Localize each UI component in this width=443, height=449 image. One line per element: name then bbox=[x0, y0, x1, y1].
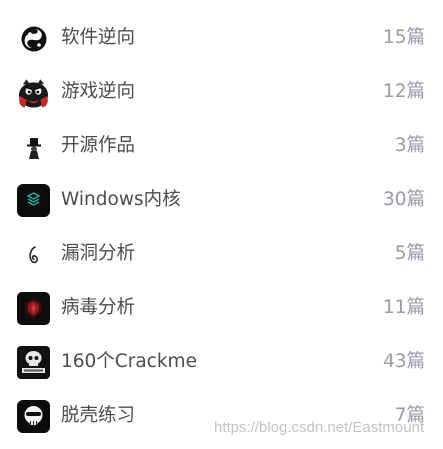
column-name: 脱壳练习 bbox=[61, 405, 136, 426]
article-count: 30篇 bbox=[382, 189, 425, 210]
article-count: 5篇 bbox=[394, 243, 425, 264]
column-name: 病毒分析 bbox=[61, 297, 136, 318]
column-item-software-reverse[interactable]: 软件逆向 15篇 bbox=[0, 11, 443, 65]
layered-chip-icon bbox=[17, 184, 50, 217]
column-item-virus-analysis[interactable]: 病毒分析 11篇 bbox=[0, 281, 443, 335]
spiral-sketch-icon bbox=[17, 238, 50, 271]
article-count: 43篇 bbox=[382, 351, 425, 372]
article-count: 3篇 bbox=[394, 135, 425, 156]
watermark: https://blog.csdn.net/Eastmount bbox=[214, 419, 425, 436]
red-emblem-icon bbox=[17, 292, 50, 325]
column-item-160-crackme[interactable]: 160个Crackme 43篇 bbox=[0, 335, 443, 389]
column-name: 160个Crackme bbox=[61, 351, 197, 372]
article-count: 15篇 bbox=[382, 27, 425, 48]
column-item-open-source[interactable]: 开源作品 3篇 bbox=[0, 119, 443, 173]
column-name: 开源作品 bbox=[61, 135, 136, 156]
column-item-game-reverse[interactable]: 游戏逆向 12篇 bbox=[0, 65, 443, 119]
article-count: 11篇 bbox=[382, 297, 425, 318]
top-hat-figure-icon bbox=[17, 130, 50, 163]
skull-badge-icon bbox=[17, 346, 50, 379]
column-item-vulnerability[interactable]: 漏洞分析 5篇 bbox=[0, 227, 443, 281]
column-name: 软件逆向 bbox=[61, 27, 136, 48]
angry-bird-icon bbox=[17, 76, 50, 109]
column-name: Windows内核 bbox=[61, 189, 181, 210]
skull-mask-icon bbox=[17, 400, 50, 433]
column-name: 漏洞分析 bbox=[61, 243, 136, 264]
column-item-windows-kernel[interactable]: Windows内核 30篇 bbox=[0, 173, 443, 227]
column-name: 游戏逆向 bbox=[61, 81, 136, 102]
article-count: 12篇 bbox=[382, 81, 425, 102]
swirl-logo-icon bbox=[17, 22, 50, 55]
